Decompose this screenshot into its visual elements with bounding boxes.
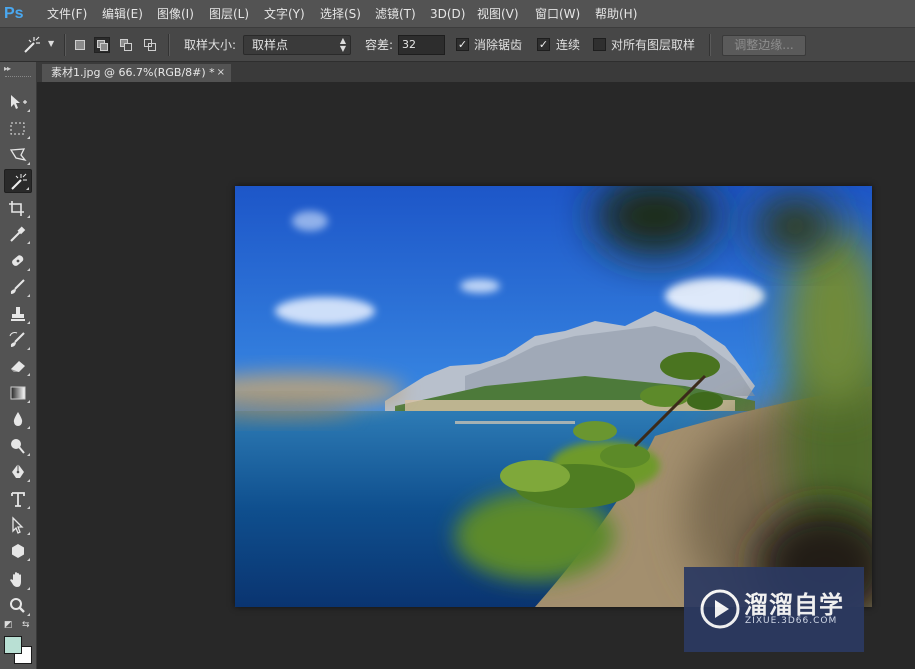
marquee-icon <box>10 122 25 135</box>
document-canvas-image[interactable] <box>235 186 872 607</box>
watermark-url: ZIXUE.3D66.COM <box>745 616 838 626</box>
zoom-icon <box>10 598 25 613</box>
antialias-label: 消除锯齿 <box>474 38 523 52</box>
crop-tool[interactable] <box>4 196 32 220</box>
stamp-icon <box>11 307 25 321</box>
move-tool[interactable] <box>4 90 32 114</box>
pen-icon <box>12 464 24 478</box>
menu-window[interactable]: 窗口(W) <box>535 0 580 28</box>
add-to-selection-button[interactable] <box>94 37 110 53</box>
zoom-tool[interactable] <box>4 594 32 618</box>
select-arrows-icon: ▲ ▼ <box>339 36 346 53</box>
path-selection-icon <box>12 516 24 534</box>
rectangular-marquee-tool[interactable] <box>4 117 32 141</box>
document-tab-strip: 素材1.jpg @ 66.7%(RGB/8#) * × <box>37 62 915 82</box>
document-tab[interactable]: 素材1.jpg @ 66.7%(RGB/8#) * × <box>42 64 231 82</box>
healing-brush-icon <box>12 255 24 266</box>
pen-tool[interactable] <box>4 460 32 484</box>
eyedropper-icon <box>10 226 26 242</box>
swap-colors-icon[interactable]: ⇆ <box>22 620 30 630</box>
polygonal-lasso-tool[interactable] <box>4 143 32 167</box>
eyedropper-tool[interactable] <box>4 222 32 246</box>
spot-healing-brush-tool[interactable] <box>4 249 32 273</box>
menu-3d[interactable]: 3D(D) <box>430 0 465 28</box>
contiguous-label: 连续 <box>556 38 581 52</box>
path-selection-tool[interactable] <box>4 513 32 537</box>
shape-tool[interactable] <box>4 539 32 563</box>
sample-size-label: 取样大小: <box>184 38 237 52</box>
crop-icon <box>9 201 24 216</box>
hand-tool[interactable] <box>4 568 32 592</box>
landscape-photo <box>235 186 872 607</box>
menu-select[interactable]: 选择(S) <box>320 0 361 28</box>
tolerance-label: 容差: <box>365 38 394 52</box>
menu-layer[interactable]: 图层(L) <box>209 0 249 28</box>
menu-type[interactable]: 文字(Y) <box>264 0 305 28</box>
panel-grip[interactable] <box>5 76 31 79</box>
watermark-title: 溜溜自学 <box>744 591 844 619</box>
chevron-down-icon: ▼ <box>48 39 55 48</box>
gradient-icon <box>10 386 26 400</box>
hexagon-icon <box>12 544 24 558</box>
blur-tool[interactable] <box>4 407 32 431</box>
menu-filter[interactable]: 滤镜(T) <box>375 0 416 28</box>
subtract-from-selection-button[interactable] <box>118 37 134 53</box>
options-bar: ▼ 取样大小: 取样点 ▲ ▼ 容差: 32 ✓ 消除锯齿 ✓ 连续 对所有图层取… <box>0 28 915 62</box>
brush-icon <box>10 279 25 294</box>
dodge-tool[interactable] <box>4 434 32 458</box>
clone-stamp-tool[interactable] <box>4 302 32 326</box>
contiguous-checkbox[interactable]: ✓ <box>537 38 550 51</box>
intersect-with-selection-button[interactable] <box>142 37 158 53</box>
history-brush-icon <box>9 332 25 347</box>
default-colors-icon[interactable]: ◩ <box>4 620 13 630</box>
gradient-tool[interactable] <box>4 381 32 405</box>
tool-preset-picker[interactable]: ▼ <box>20 34 58 56</box>
foreground-color-swatch[interactable] <box>4 636 22 654</box>
menu-image[interactable]: 图像(I) <box>157 0 194 28</box>
eraser-icon <box>11 361 25 372</box>
menu-bar: Ps 文件(F) 编辑(E) 图像(I) 图层(L) 文字(Y) 选择(S) 滤… <box>0 0 915 28</box>
new-selection-button[interactable] <box>72 37 88 53</box>
brush-tool[interactable] <box>4 275 32 299</box>
menu-help[interactable]: 帮助(H) <box>595 0 637 28</box>
magic-wand-icon <box>24 36 40 53</box>
dodge-icon <box>11 439 25 454</box>
move-icon <box>11 95 27 109</box>
close-icon[interactable]: × <box>217 64 225 82</box>
sample-size-select[interactable]: 取样点 ▲ ▼ <box>243 35 351 55</box>
menu-file[interactable]: 文件(F) <box>47 0 87 28</box>
app-logo: Ps <box>4 5 24 22</box>
type-tool[interactable] <box>4 487 32 511</box>
lasso-icon <box>9 148 27 162</box>
type-icon <box>11 492 25 507</box>
sample-size-value: 取样点 <box>252 38 289 52</box>
hand-icon <box>10 572 21 587</box>
refine-edge-button[interactable]: 调整边缘... <box>722 35 806 56</box>
play-logo-icon <box>700 589 740 629</box>
history-brush-tool[interactable] <box>4 328 32 352</box>
water-drop-icon <box>13 412 23 426</box>
tools-panel: ▸▸ <box>0 62 37 669</box>
magic-wand-tool[interactable] <box>4 169 32 193</box>
tolerance-input[interactable]: 32 <box>398 35 445 55</box>
document-tab-title: 素材1.jpg @ 66.7%(RGB/8#) * <box>51 66 215 79</box>
watermark: 溜溜自学 ZIXUE.3D66.COM <box>684 567 864 652</box>
eraser-tool[interactable] <box>4 354 32 378</box>
collapse-icon[interactable]: ▸▸ <box>4 64 11 73</box>
sample-all-layers-checkbox[interactable] <box>593 38 606 51</box>
antialias-checkbox[interactable]: ✓ <box>456 38 469 51</box>
menu-edit[interactable]: 编辑(E) <box>102 0 143 28</box>
menu-view[interactable]: 视图(V) <box>477 0 519 28</box>
sample-all-layers-label: 对所有图层取样 <box>611 38 696 52</box>
